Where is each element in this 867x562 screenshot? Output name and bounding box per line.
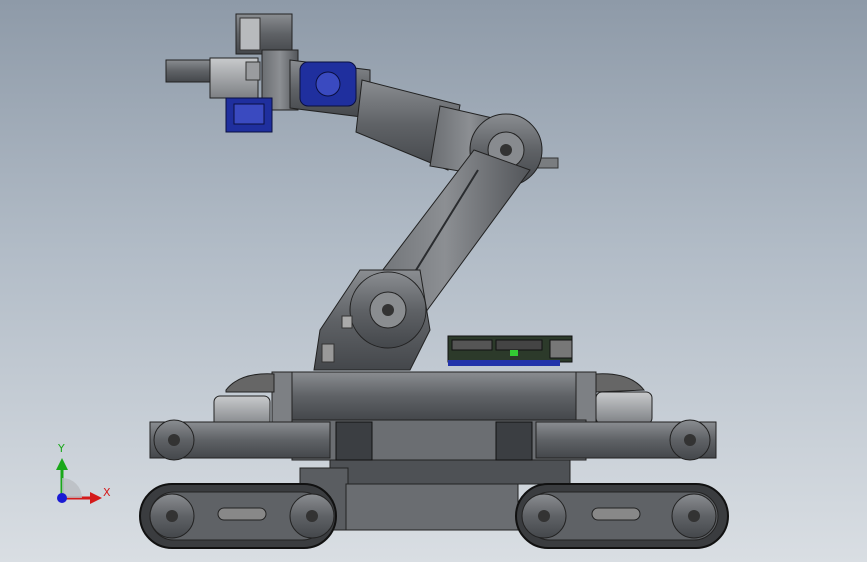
orientation-triad [56,458,102,504]
cad-viewport[interactable]: Y X [0,0,867,562]
triad-y-label: Y [58,442,65,455]
triad-z-axis [57,493,67,503]
triad-x-label: X [103,486,111,499]
